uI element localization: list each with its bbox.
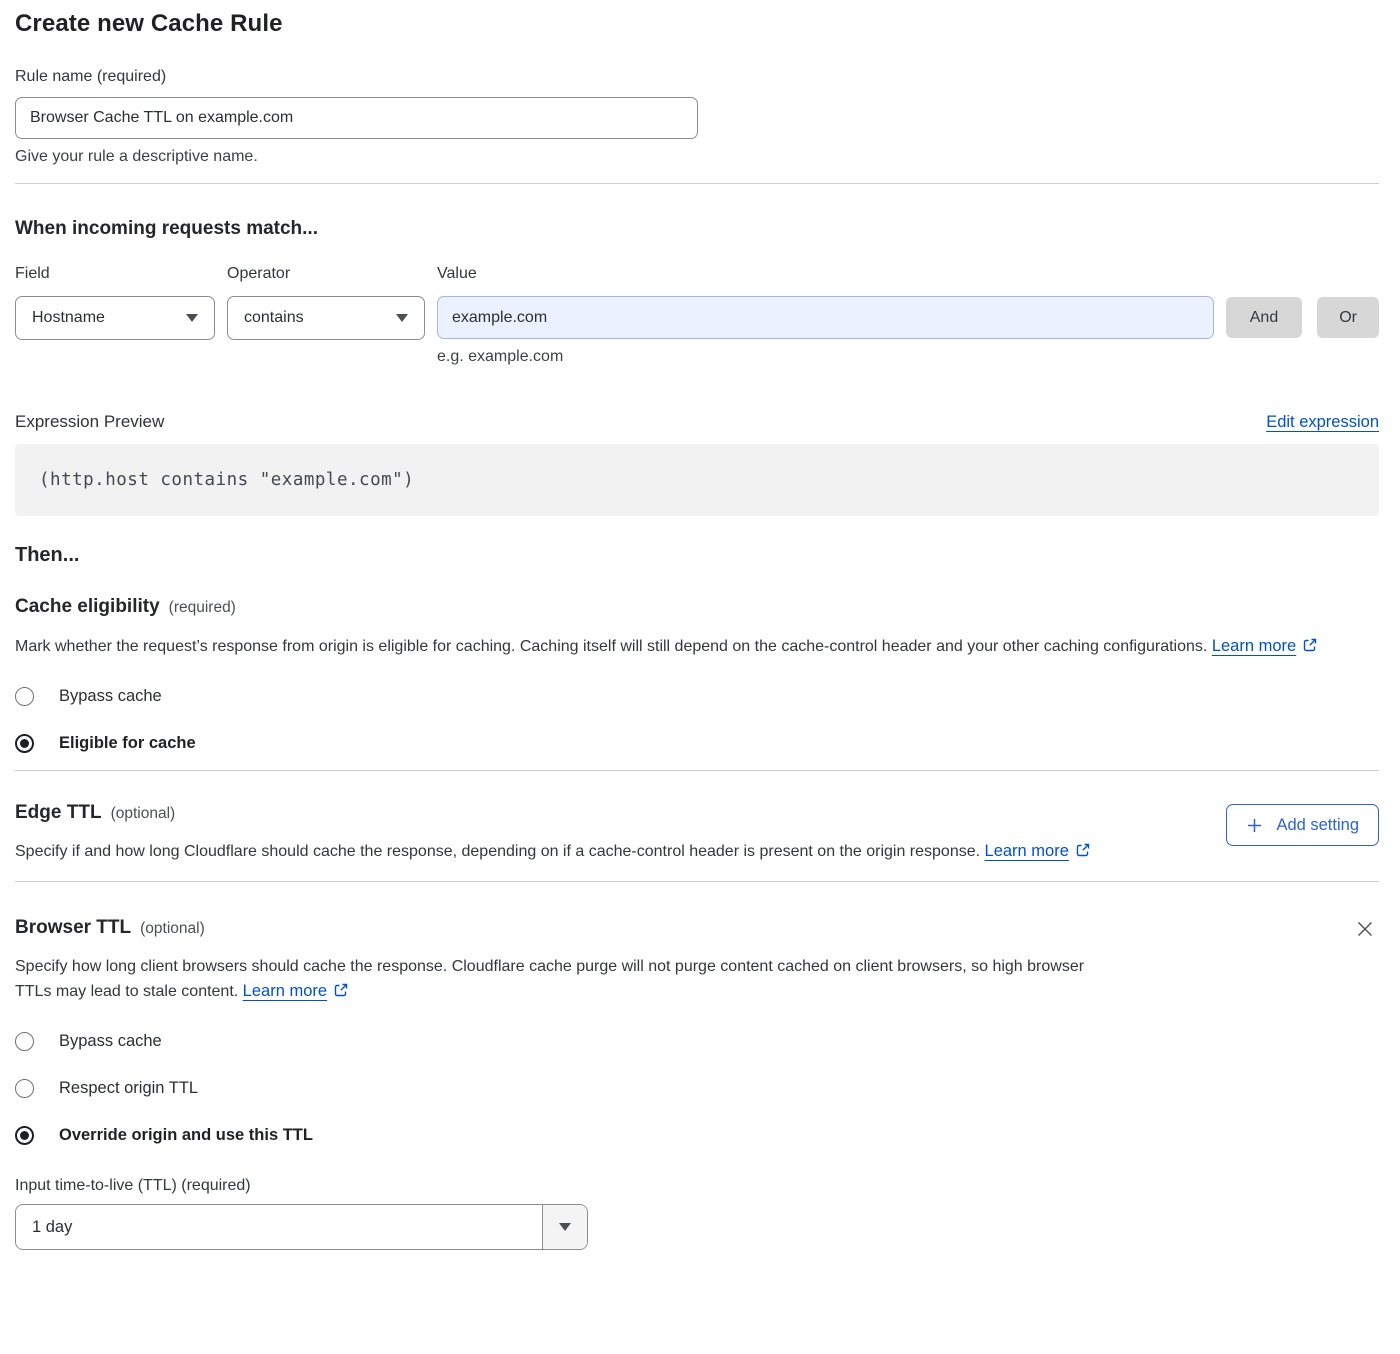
radio-label: Bypass cache [59,1032,162,1051]
ttl-select-value: 1 day [16,1205,542,1249]
external-link-icon [1075,842,1091,858]
operator-select[interactable]: contains [227,296,425,340]
match-section-heading: When incoming requests match... [15,218,1379,240]
ttl-input-label: Input time-to-live (TTL) (required) [15,1177,1379,1195]
browser-ttl-heading-row: Browser TTL (optional) [15,917,1115,939]
external-link-icon [333,982,349,998]
operator-label: Operator [227,265,425,283]
value-helper: e.g. example.com [437,348,1214,366]
radio-icon [15,1079,34,1098]
radio-label: Respect origin TTL [59,1079,198,1098]
radio-browser-bypass-cache[interactable]: Bypass cache [15,1032,162,1051]
browser-ttl-qualifier: (optional) [140,920,205,938]
match-controls-row: Field Hostname Operator contains Value e… [15,265,1379,366]
ttl-select-arrow-segment[interactable] [542,1205,587,1249]
add-setting-button[interactable]: Add setting [1226,804,1379,846]
ttl-select[interactable]: 1 day [15,1204,588,1250]
value-label: Value [437,265,1214,283]
andor-button-group: And Or [1226,265,1379,338]
cache-eligibility-description: Mark whether the request’s response from… [15,634,1379,659]
radio-icon [15,1126,34,1145]
and-button[interactable]: And [1226,297,1302,338]
field-select-value: Hostname [32,309,105,327]
expression-preview-row: Expression Preview Edit expression [15,412,1379,432]
radio-label: Bypass cache [59,687,162,706]
value-input[interactable] [437,296,1214,339]
radio-eligible-for-cache[interactable]: Eligible for cache [15,734,196,753]
close-browser-ttl-button[interactable] [1351,915,1379,943]
edge-ttl-content: Edge TTL (optional) Specify if and how l… [15,802,1091,864]
browser-ttl-learn-more-link[interactable]: Learn more [243,982,327,1000]
external-link-icon [1302,637,1318,653]
radio-bypass-cache[interactable]: Bypass cache [15,687,162,706]
browser-ttl-description: Specify how long client browsers should … [15,954,1115,1004]
edge-ttl-section: Edge TTL (optional) Specify if and how l… [15,771,1379,864]
field-select[interactable]: Hostname [15,296,215,340]
cache-eligibility-qualifier: (required) [169,599,236,617]
close-icon [1355,919,1375,939]
then-heading: Then... [15,544,1379,567]
expression-preview-label: Expression Preview [15,412,164,432]
radio-label: Override origin and use this TTL [59,1126,313,1145]
browser-ttl-heading: Browser TTL [15,917,131,939]
radio-icon [15,687,34,706]
cache-eligibility-heading: Cache eligibility [15,596,160,618]
cache-eligibility-heading-row: Cache eligibility (required) [15,596,1379,618]
divider [15,183,1379,184]
radio-override-origin-ttl[interactable]: Override origin and use this TTL [15,1126,313,1145]
rule-name-label: Rule name (required) [15,68,1379,86]
page-title: Create new Cache Rule [15,10,1379,38]
browser-ttl-section: Browser TTL (optional) Specify how long … [15,882,1379,1004]
radio-icon [15,1032,34,1051]
edge-ttl-qualifier: (optional) [111,805,176,823]
expression-code: (http.host contains "example.com") [39,470,414,490]
edge-ttl-description: Specify if and how long Cloudflare shoul… [15,839,1091,864]
plus-icon [1246,817,1263,834]
expression-code-block: (http.host contains "example.com") [15,444,1379,516]
edge-ttl-heading-row: Edge TTL (optional) [15,802,1091,824]
cache-eligibility-description-text: Mark whether the request’s response from… [15,638,1207,655]
operator-column: Operator contains [227,265,425,340]
browser-ttl-content: Browser TTL (optional) Specify how long … [15,917,1115,1004]
chevron-down-icon [396,314,408,322]
chevron-down-icon [186,314,198,322]
edge-ttl-learn-more-link[interactable]: Learn more [985,842,1069,860]
radio-respect-origin-ttl[interactable]: Respect origin TTL [15,1079,198,1098]
field-label: Field [15,265,215,283]
edge-ttl-heading: Edge TTL [15,802,102,824]
edge-ttl-description-text: Specify if and how long Cloudflare shoul… [15,843,980,860]
radio-label: Eligible for cache [59,734,196,753]
chevron-down-icon [559,1223,571,1231]
cache-eligibility-learn-more-link[interactable]: Learn more [1212,637,1296,655]
add-setting-label: Add setting [1276,816,1359,835]
radio-icon [15,734,34,753]
operator-select-value: contains [244,309,304,327]
rule-name-helper: Give your rule a descriptive name. [15,148,1379,166]
value-column: Value e.g. example.com [437,265,1214,366]
or-button[interactable]: Or [1317,297,1379,338]
browser-ttl-description-text: Specify how long client browsers should … [15,958,1084,1000]
field-column: Field Hostname [15,265,215,340]
rule-name-input[interactable] [15,97,698,139]
edit-expression-link[interactable]: Edit expression [1266,413,1379,432]
